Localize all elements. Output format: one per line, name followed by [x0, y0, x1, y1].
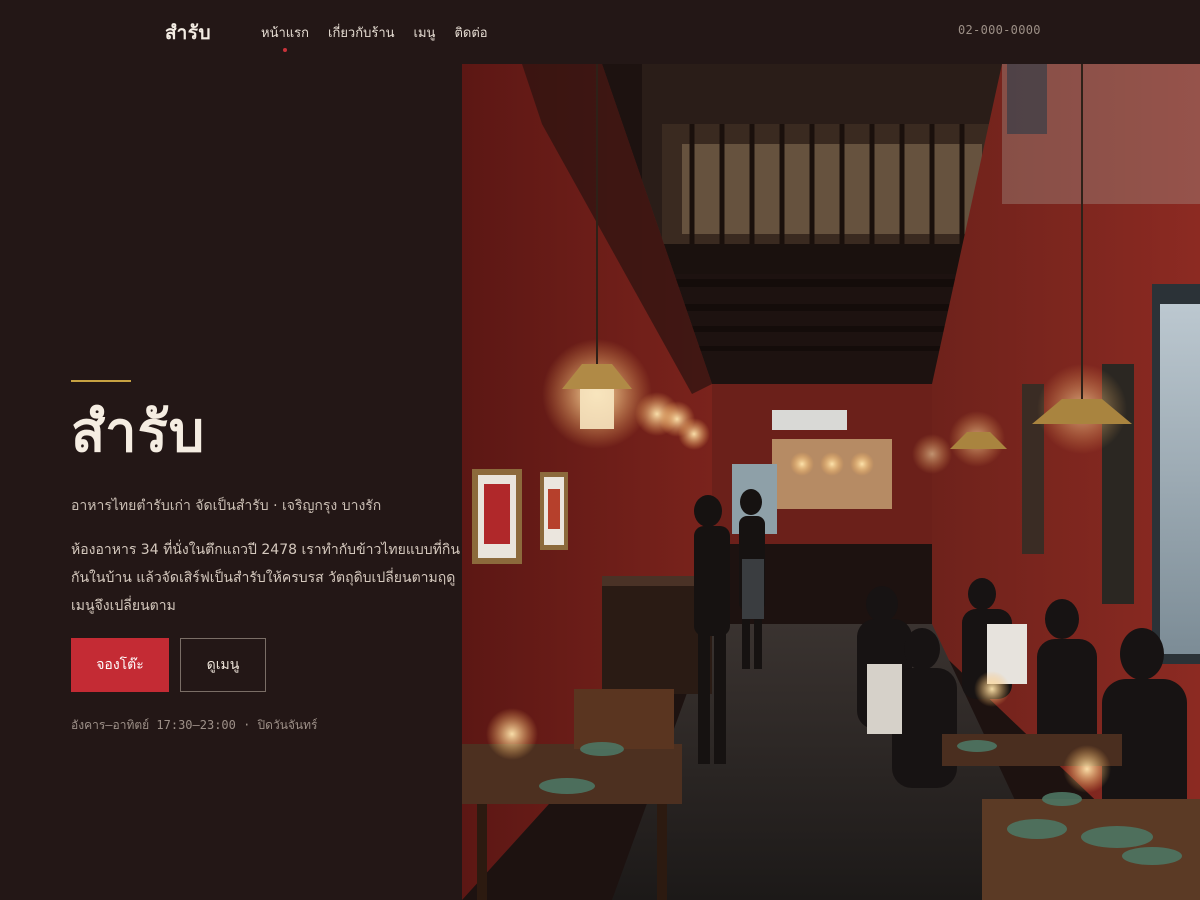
- hero-content: สำรับ อาหารไทยตำรับเก่า จัดเป็นสำรับ · เ…: [0, 64, 462, 900]
- brand-logo[interactable]: สำรับ: [165, 18, 211, 48]
- nav-item-menu[interactable]: เมนู: [414, 22, 436, 43]
- restaurant-interior-image: [462, 64, 1200, 900]
- nav-item-contact[interactable]: ติดต่อ: [454, 22, 487, 43]
- phone-number[interactable]: 02-000-0000: [958, 23, 1041, 37]
- main-nav: หน้าแรก เกี่ยวกับร้าน เมนู ติดต่อ: [261, 22, 488, 52]
- top-navigation: สำรับ หน้าแรก เกี่ยวกับร้าน เมนู ติดต่อ …: [0, 0, 1200, 64]
- opening-hours: อังคาร–อาทิตย์ 17:30–23:00 · ปิดวันจันทร…: [71, 718, 318, 732]
- hero-title: สำรับ: [71, 399, 206, 465]
- hero-subtitle: อาหารไทยตำรับเก่า จัดเป็นสำรับ · เจริญกร…: [71, 498, 382, 514]
- nav-item-about[interactable]: เกี่ยวกับร้าน: [328, 22, 395, 43]
- nav-item-home[interactable]: หน้าแรก: [261, 22, 309, 52]
- view-menu-button[interactable]: ดูเมนู: [180, 638, 266, 692]
- book-table-button[interactable]: จองโต๊ะ: [71, 638, 169, 692]
- accent-divider: [71, 380, 131, 382]
- hero-description: ห้องอาหาร 34 ที่นั่งในตึกแถวปี 2478 เราท…: [71, 542, 460, 614]
